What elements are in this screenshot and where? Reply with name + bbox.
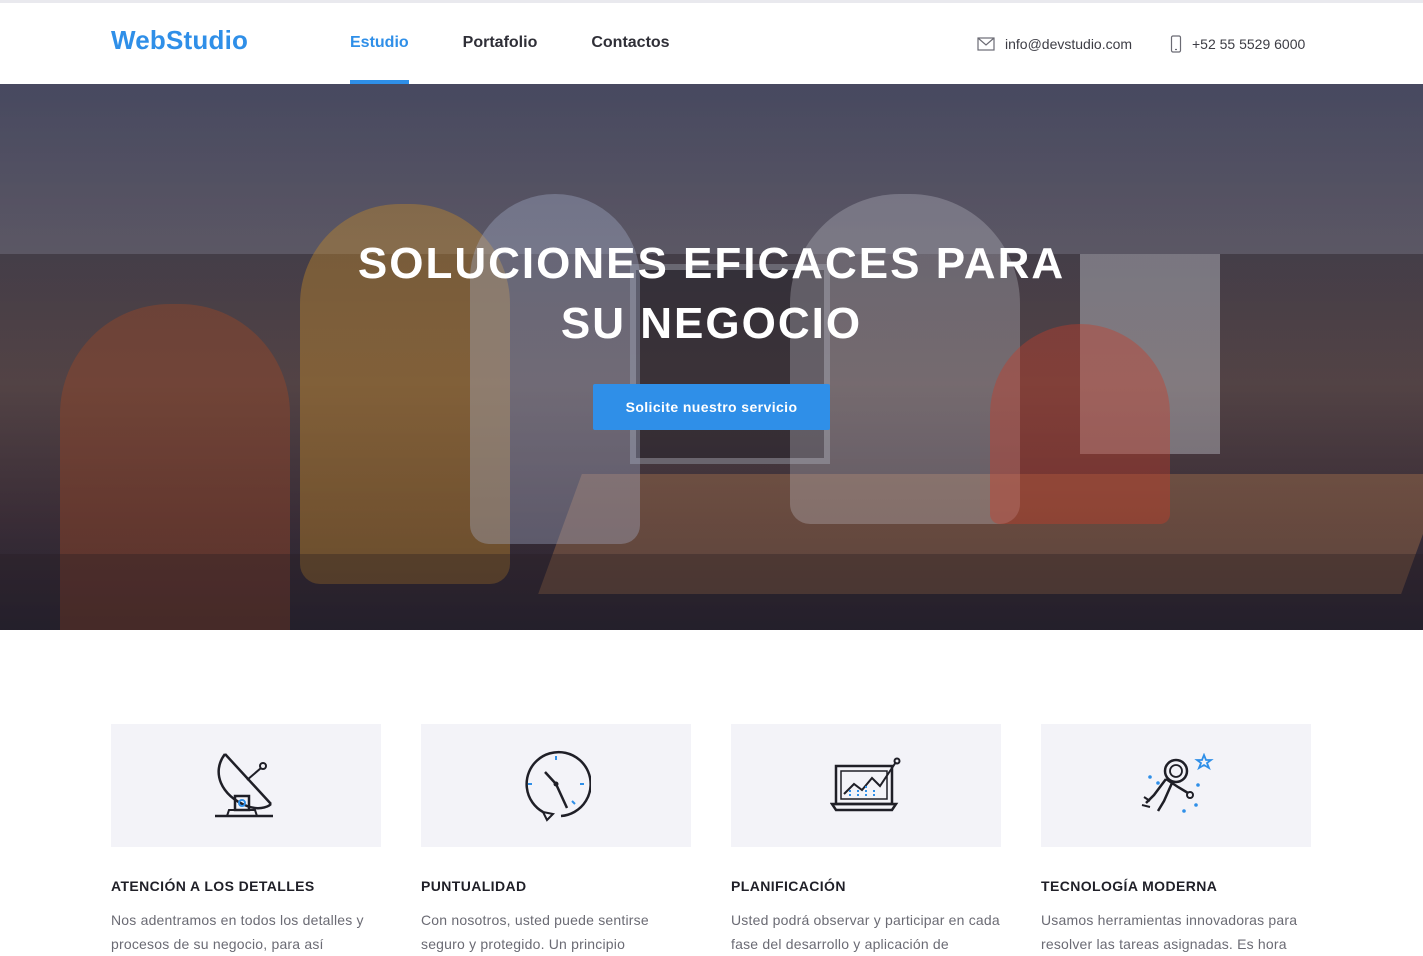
nav-item-portafolio[interactable]: Portafolio: [463, 3, 538, 84]
main-nav: Estudio Portafolio Contactos: [350, 3, 724, 84]
feature-title: TECNOLOGÍA MODERNA: [1041, 878, 1218, 894]
hero-photo-person-red: [990, 324, 1170, 524]
envelope-icon: [977, 36, 995, 51]
feature-text: Usted podrá observar y participar en cad…: [731, 912, 1000, 952]
hero-title: SOLUCIONES EFICACES PARA SU NEGOCIO: [0, 234, 1423, 354]
phone-icon: [1170, 34, 1182, 53]
hero-title-line-2: SU NEGOCIO: [560, 299, 863, 348]
nav-item-estudio[interactable]: Estudio: [350, 3, 409, 84]
phone-text: +52 55 5529 6000: [1192, 35, 1306, 52]
astronaut-icon: [1141, 752, 1214, 813]
feature-card: PUNTUALIDAD Con nosotros, usted puede se…: [421, 724, 691, 956]
feature-title: PLANIFICACIÓN: [731, 878, 846, 894]
feature-card: PLANIFICACIÓN Usted podrá observar y par…: [731, 724, 1001, 956]
request-service-button[interactable]: Solicite nuestro servicio: [593, 384, 830, 430]
features-section: ATENCIÓN A LOS DETALLES Nos adentramos e…: [111, 724, 1312, 955]
feature-icon-box: [421, 724, 691, 847]
clock-icon: [525, 750, 591, 822]
feature-title: PUNTUALIDAD: [421, 878, 527, 894]
nav-item-contactos[interactable]: Contactos: [591, 3, 669, 84]
feature-icon-box: [731, 724, 1001, 847]
site-logo[interactable]: WebStudio: [111, 25, 248, 56]
email-text: info@devstudio.com: [1005, 35, 1133, 52]
hero-banner: SOLUCIONES EFICACES PARA SU NEGOCIO Soli…: [0, 84, 1423, 630]
feature-icon-box: [1041, 724, 1311, 847]
hero-title-line-1: SOLUCIONES EFICACES PARA: [357, 239, 1066, 288]
hero-photo-floor: [0, 554, 1423, 630]
feature-text: Usamos herramientas innovadoras para res…: [1041, 912, 1298, 952]
feature-title: ATENCIÓN A LOS DETALLES: [111, 878, 315, 894]
feature-card: ATENCIÓN A LOS DETALLES Nos adentramos e…: [111, 724, 381, 956]
feature-icon-box: [111, 724, 381, 847]
laptop-chart-icon: [830, 757, 901, 811]
header-phone[interactable]: +52 55 5529 6000: [1170, 3, 1305, 84]
feature-text: Con nosotros, usted puede sentirse segur…: [421, 912, 649, 952]
feature-text: Nos adentramos en todos los detalles y p…: [111, 912, 364, 952]
site-header: WebStudio Estudio Portafolio Contactos i…: [0, 3, 1423, 84]
header-email[interactable]: info@devstudio.com: [977, 3, 1132, 84]
feature-card: TECNOLOGÍA MODERNA Usamos herramientas i…: [1041, 724, 1311, 956]
hero-photo-window: [0, 84, 1423, 254]
satellite-dish-icon: [215, 752, 273, 817]
